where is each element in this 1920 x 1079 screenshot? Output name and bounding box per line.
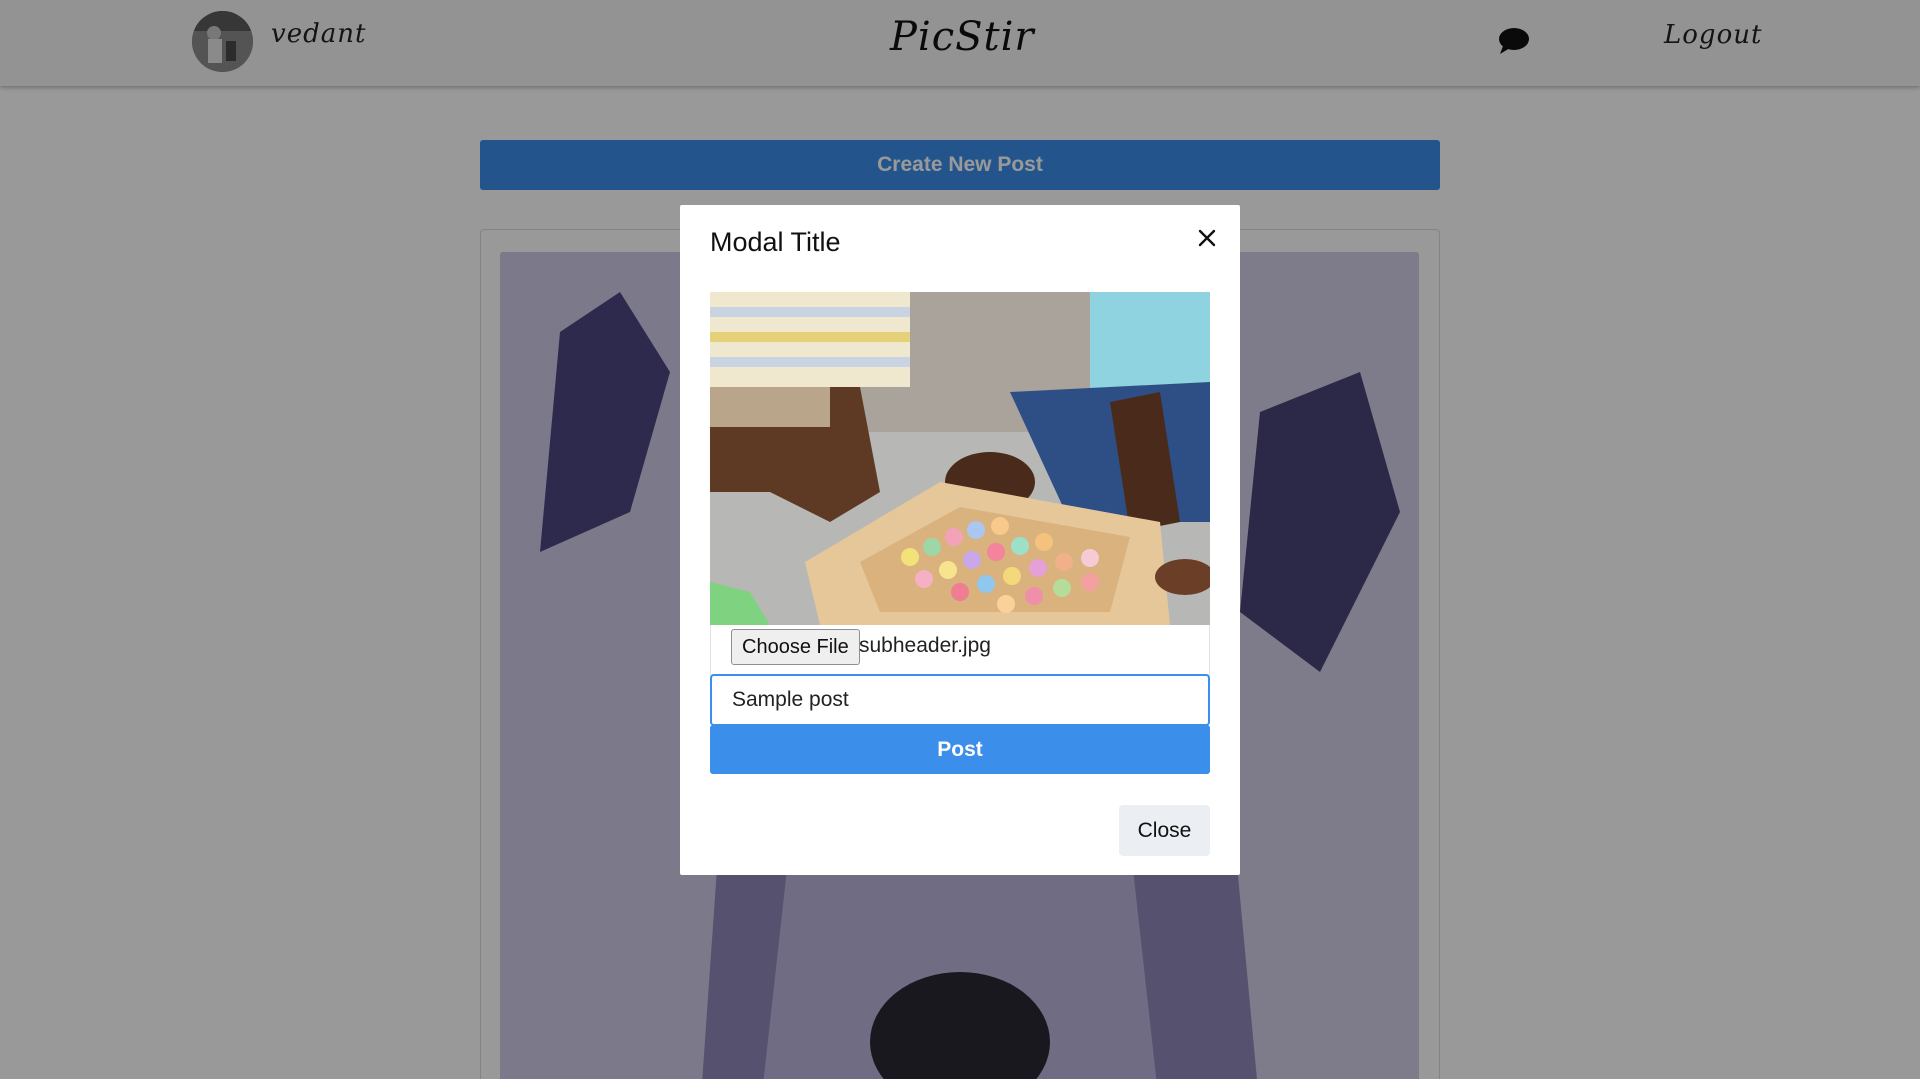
file-input-row: Choose File subheader.jpg [710, 625, 1210, 675]
image-preview [710, 292, 1210, 625]
selected-file-name: subheader.jpg [859, 634, 991, 657]
caption-input[interactable] [710, 674, 1210, 726]
close-button[interactable]: Close [1119, 805, 1210, 856]
modal-title: Modal Title [710, 227, 841, 257]
post-button[interactable]: Post [710, 725, 1210, 774]
choose-file-button[interactable]: Choose File [731, 629, 860, 665]
close-icon[interactable] [1192, 223, 1222, 253]
create-post-modal: Modal Title Choose File subheader.jpg Sa… [680, 205, 1240, 875]
